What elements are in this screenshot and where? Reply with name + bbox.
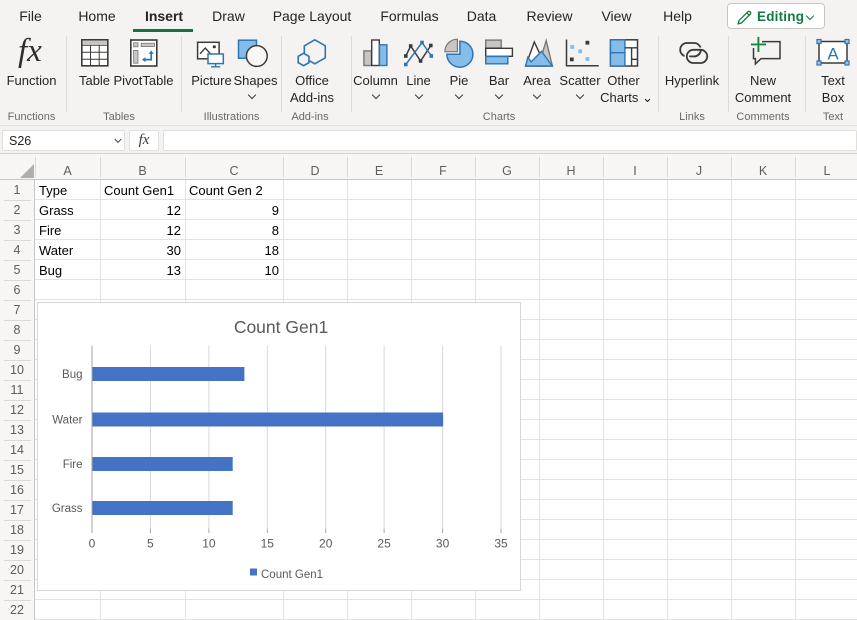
svg-text:20: 20 [319, 537, 333, 551]
svg-text:Water: Water [52, 415, 82, 427]
svg-text:15: 15 [261, 537, 275, 551]
svg-text:25: 25 [377, 537, 391, 551]
svg-text:0: 0 [89, 537, 96, 551]
svg-text:30: 30 [436, 537, 450, 551]
svg-text:Count Gen1: Count Gen1 [261, 569, 323, 581]
svg-text:35: 35 [494, 537, 508, 551]
svg-text:Fire: Fire [63, 459, 83, 471]
svg-text:10: 10 [202, 537, 216, 551]
svg-text:Bug: Bug [62, 369, 82, 381]
svg-text:Grass: Grass [52, 503, 83, 515]
svg-text:A: A [827, 45, 839, 64]
svg-text:Count Gen1: Count Gen1 [234, 317, 328, 337]
svg-text:5: 5 [147, 537, 154, 551]
